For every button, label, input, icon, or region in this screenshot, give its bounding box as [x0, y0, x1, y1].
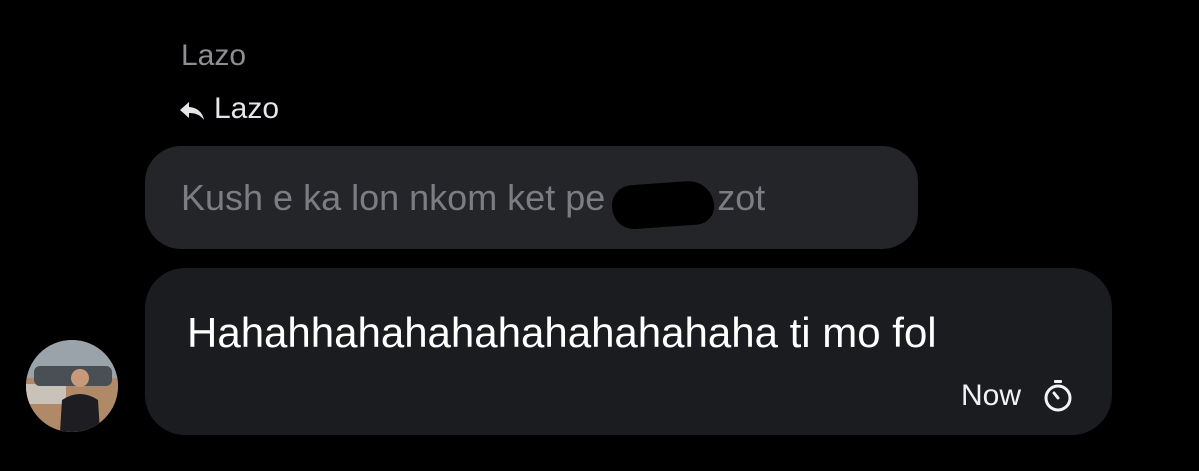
reply-indicator: Lazo	[178, 89, 279, 129]
avatar[interactable]	[26, 340, 118, 432]
quoted-message-bubble[interactable]: Kush e ka lon nkom ket pe n mor zot	[145, 146, 918, 249]
message-meta: Now	[961, 379, 1075, 413]
redaction-scribble	[610, 179, 716, 231]
reply-arrow-icon	[178, 97, 206, 121]
message-text: Hahahhahahahahahahahahaha ti mo fol	[187, 309, 937, 356]
reply-to-name: Lazo	[214, 92, 280, 125]
message-timestamp: Now	[960, 379, 1021, 412]
stopwatch-icon	[1041, 379, 1075, 413]
sender-name: Lazo	[181, 39, 247, 72]
message-bubble[interactable]: Hahahhahahahahahahahahaha ti mo fol Now	[145, 268, 1112, 435]
